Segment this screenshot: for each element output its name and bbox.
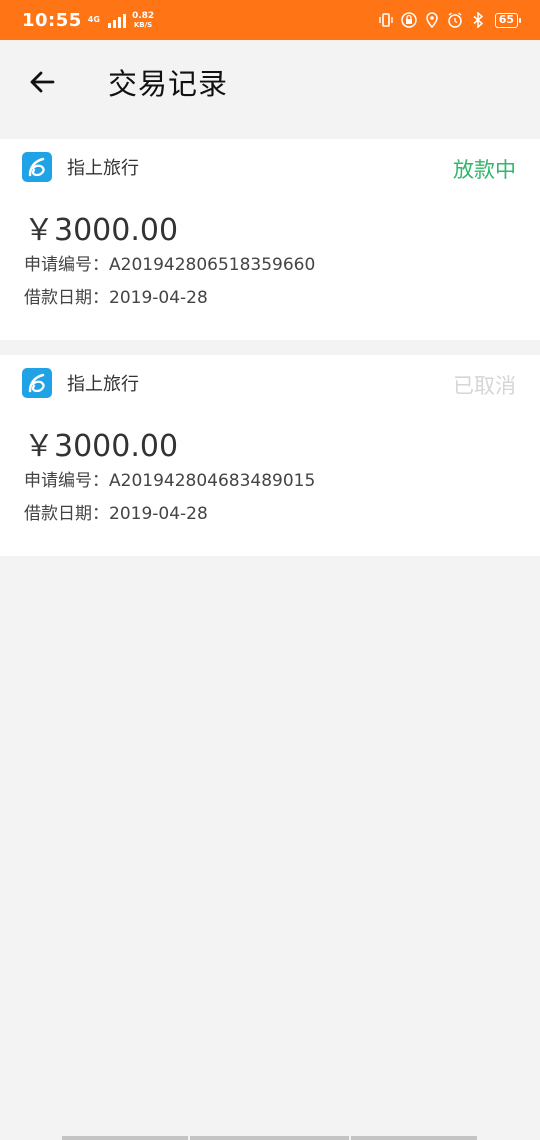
transaction-record-card[interactable]: 指上旅行 放款中 ￥3000.00 申请编号：A2019428065183596… bbox=[0, 139, 540, 340]
merchant-name: 指上旅行 bbox=[67, 374, 139, 395]
merchant-logo-icon bbox=[22, 152, 52, 182]
location-icon bbox=[424, 12, 440, 28]
lock-icon bbox=[400, 12, 417, 28]
vibrate-icon bbox=[378, 12, 394, 28]
status-badge: 放款中 bbox=[453, 158, 516, 182]
loan-date: 借款日期：2019-04-28 bbox=[24, 504, 208, 524]
merchant-name: 指上旅行 bbox=[67, 158, 139, 179]
loan-amount: ￥3000.00 bbox=[24, 429, 179, 464]
status-time: 10:55 bbox=[22, 9, 82, 31]
app-header: 交易记录 bbox=[0, 40, 540, 124]
page-title: 交易记录 bbox=[108, 67, 229, 101]
loan-amount: ￥3000.00 bbox=[24, 213, 179, 248]
transaction-record-card[interactable]: 指上旅行 已取消 ￥3000.00 申请编号：A2019428046834890… bbox=[0, 355, 540, 556]
loan-date: 借款日期：2019-04-28 bbox=[24, 288, 208, 308]
status-bar: 10:55 4G 0.82 KB/S 65 bbox=[0, 0, 540, 40]
application-number: 申请编号：A201942806518359660 bbox=[24, 255, 316, 275]
network-type: 4G bbox=[87, 15, 100, 24]
signal-icon bbox=[107, 12, 126, 28]
alarm-icon bbox=[447, 12, 463, 28]
merchant-logo-icon bbox=[22, 368, 52, 398]
gesture-nav-bar[interactable] bbox=[62, 1136, 477, 1140]
network-speed: 0.82 KB/S bbox=[131, 10, 155, 29]
battery-icon: 65 bbox=[494, 12, 522, 28]
application-number: 申请编号：A201942804683489015 bbox=[24, 471, 316, 491]
status-badge: 已取消 bbox=[453, 374, 516, 398]
arrow-left-icon bbox=[30, 71, 55, 93]
back-button[interactable] bbox=[0, 40, 84, 124]
bluetooth-icon bbox=[470, 12, 486, 28]
